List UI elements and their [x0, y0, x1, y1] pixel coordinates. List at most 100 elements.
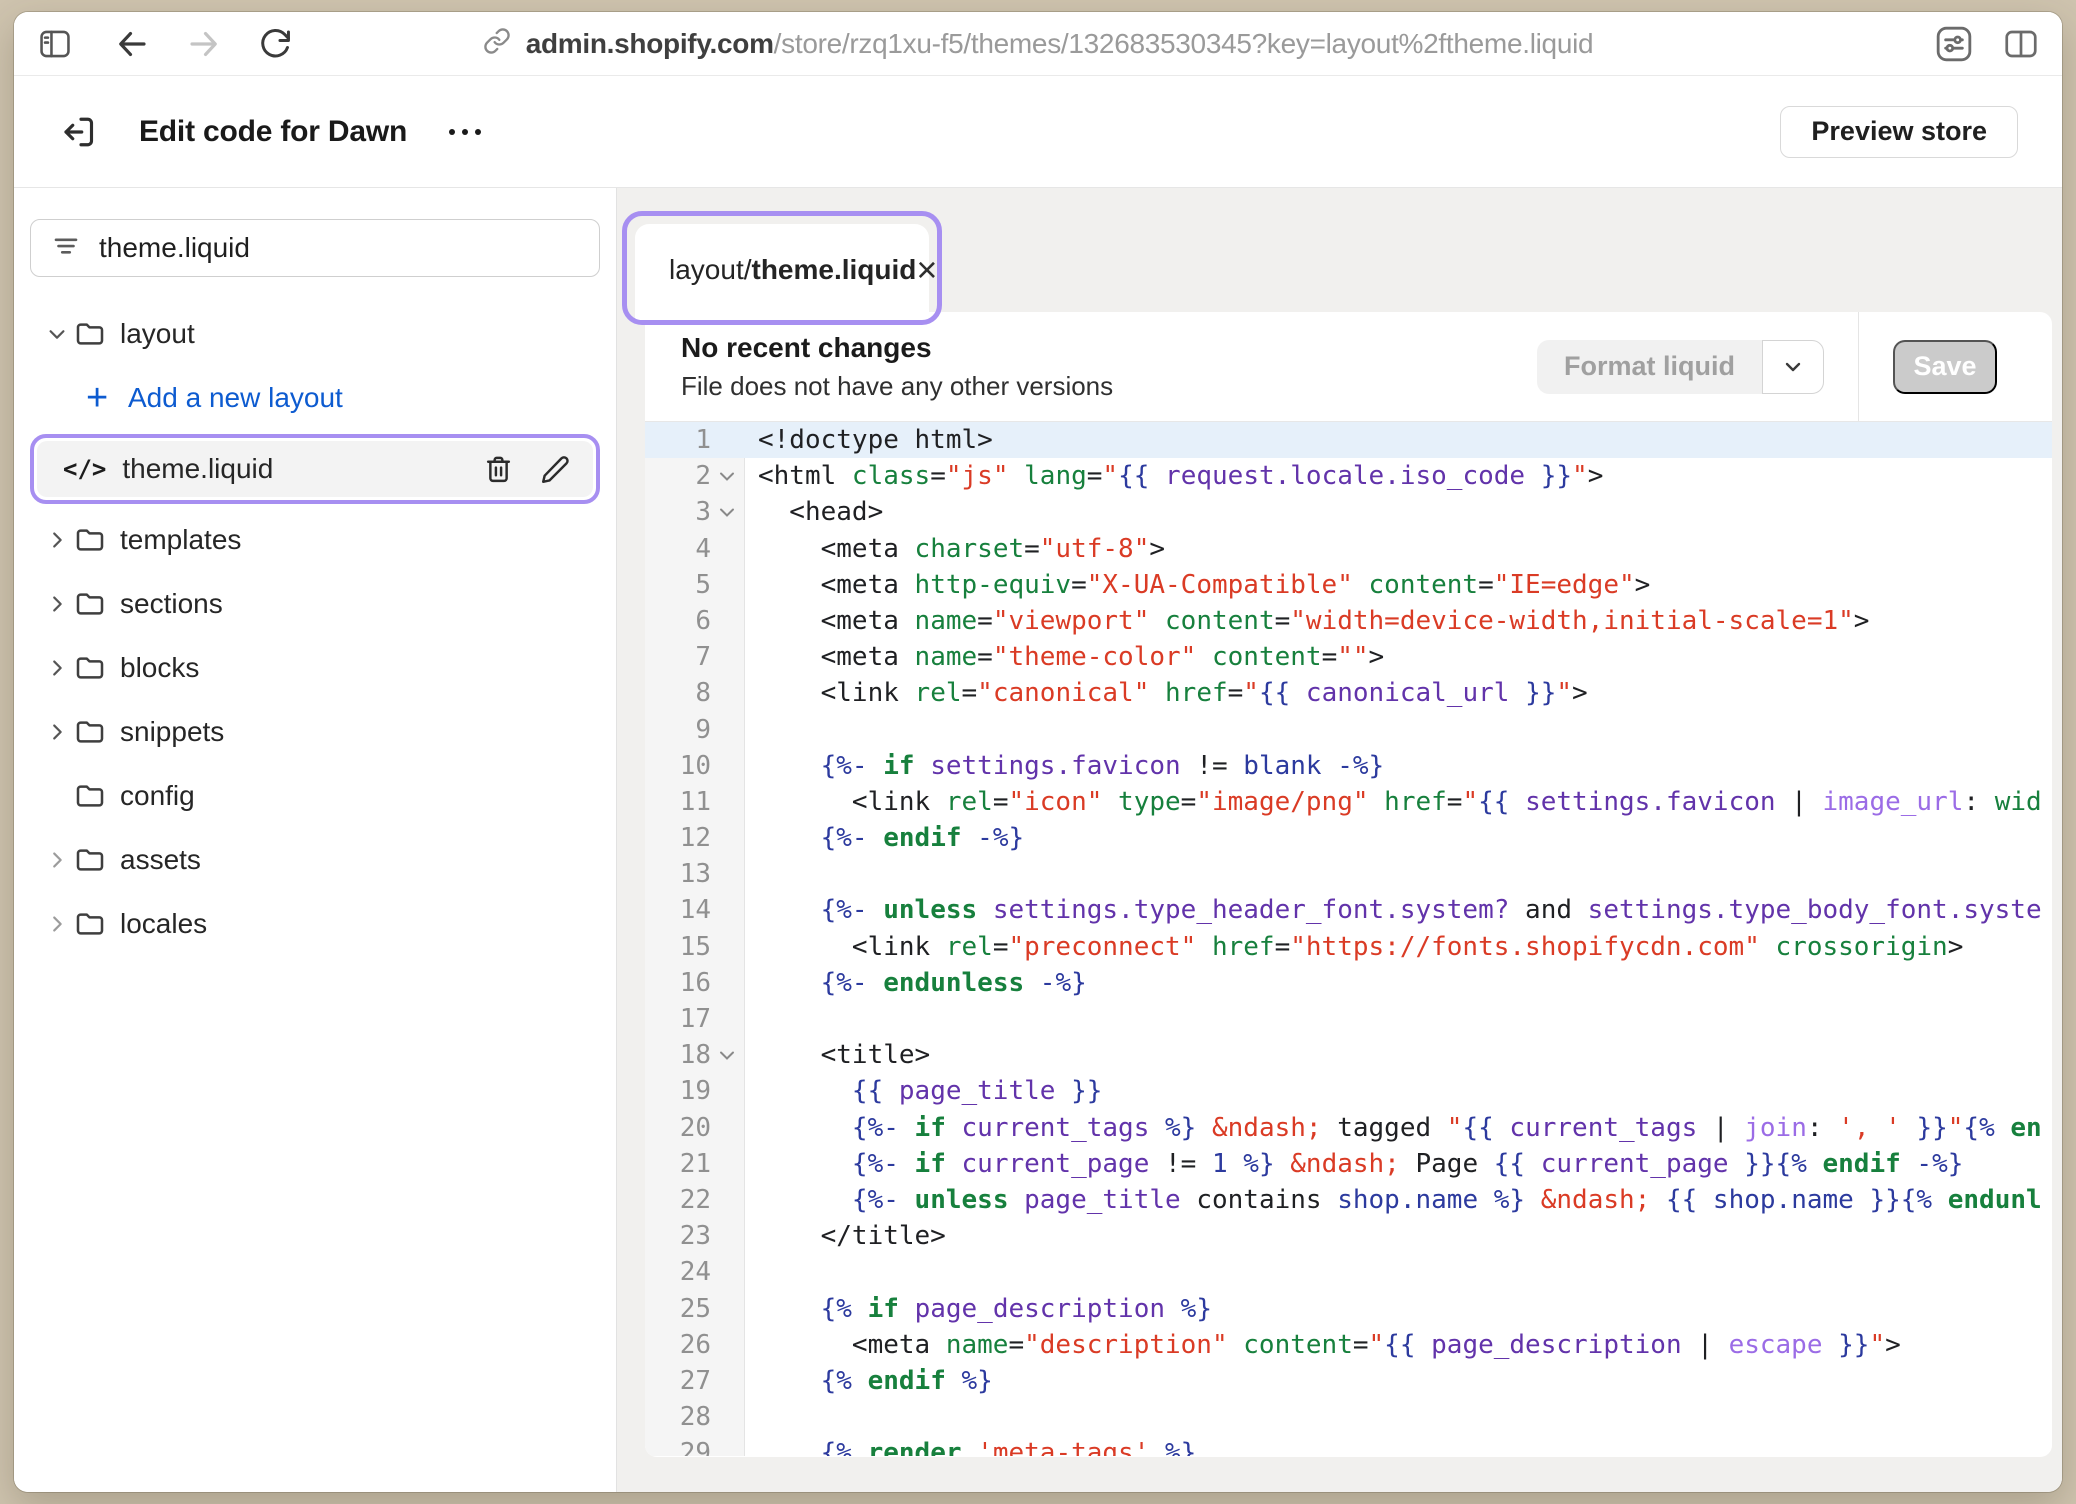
- code-line-10[interactable]: 10 {%- if settings.favicon != blank -%}: [645, 748, 2052, 784]
- browser-settings-icon[interactable]: [1934, 24, 1974, 64]
- code-line-19[interactable]: 19 {{ page_title }}: [645, 1073, 2052, 1109]
- line-number: 12: [645, 820, 711, 856]
- code-line-27[interactable]: 27 {% endif %}: [645, 1363, 2052, 1399]
- code-line-22[interactable]: 22 {%- unless page_title contains shop.n…: [645, 1182, 2052, 1218]
- code-text: {%- endif -%}: [745, 820, 1024, 856]
- fold-spacer: [711, 712, 743, 748]
- browser-window: admin.shopify.com/store/rzq1xu-f5/themes…: [14, 12, 2062, 1492]
- code-editor[interactable]: 1 <!doctype html>2<html class="js" lang="…: [645, 422, 2052, 1456]
- chevron-right-icon[interactable]: [40, 913, 74, 935]
- fold-chevron-icon[interactable]: [711, 494, 743, 530]
- folder-item-layout[interactable]: layout: [30, 302, 600, 366]
- code-line-11[interactable]: 11 <link rel="icon" type="image/png" hre…: [645, 784, 2052, 820]
- code-line-20[interactable]: 20 {%- if current_tags %} &ndash; tagged…: [645, 1110, 2052, 1146]
- preview-store-button[interactable]: Preview store: [1780, 106, 2018, 158]
- more-actions-icon[interactable]: [445, 125, 485, 139]
- code-line-4[interactable]: 4 <meta charset="utf-8">: [645, 531, 2052, 567]
- folder-item-locales[interactable]: locales: [30, 892, 600, 956]
- address-bar[interactable]: admin.shopify.com/store/rzq1xu-f5/themes…: [14, 12, 2062, 75]
- line-gutter: 21: [645, 1146, 745, 1182]
- folder-item-assets[interactable]: assets: [30, 828, 600, 892]
- version-status: No recent changes File does not have any…: [681, 332, 1113, 402]
- line-gutter: 9: [645, 712, 745, 748]
- code-text: <!doctype html>: [745, 422, 993, 458]
- folder-item-templates[interactable]: templates: [30, 508, 600, 572]
- code-line-25[interactable]: 25 {% if page_description %}: [645, 1291, 2052, 1327]
- exit-editor-icon[interactable]: [60, 114, 96, 150]
- line-number: 21: [645, 1146, 711, 1182]
- code-line-16[interactable]: 16 {%- endunless -%}: [645, 965, 2052, 1001]
- line-number: 26: [645, 1327, 711, 1363]
- chevron-down-icon[interactable]: [40, 323, 74, 345]
- code-line-17[interactable]: 17: [645, 1001, 2052, 1037]
- line-gutter: 11: [645, 784, 745, 820]
- line-gutter: 18: [645, 1037, 745, 1073]
- save-button[interactable]: Save: [1893, 340, 1997, 394]
- folder-icon: [74, 908, 118, 940]
- code-line-13[interactable]: 13: [645, 856, 2052, 892]
- fold-spacer: [711, 639, 743, 675]
- code-line-29[interactable]: 29 {% render 'meta-tags' %}: [645, 1435, 2052, 1456]
- code-line-1[interactable]: 1 <!doctype html>: [645, 422, 2052, 458]
- chevron-right-icon[interactable]: [40, 529, 74, 551]
- fold-spacer: [711, 1073, 743, 1109]
- file-item-theme-liquid[interactable]: </>theme.liquid: [37, 441, 593, 497]
- code-line-18[interactable]: 18 <title>: [645, 1037, 2052, 1073]
- code-line-12[interactable]: 12 {%- endif -%}: [645, 820, 2052, 856]
- folder-item-blocks[interactable]: blocks: [30, 636, 600, 700]
- search-input[interactable]: [99, 232, 591, 264]
- chevron-right-icon[interactable]: [40, 657, 74, 679]
- folder-item-config[interactable]: config: [30, 764, 600, 828]
- folder-item-snippets[interactable]: snippets: [30, 700, 600, 764]
- rename-file-icon[interactable]: [540, 454, 571, 485]
- browser-toolbar: admin.shopify.com/store/rzq1xu-f5/themes…: [14, 12, 2062, 76]
- code-text: <link rel="icon" type="image/png" href="…: [745, 784, 2042, 820]
- fold-spacer: [711, 820, 743, 856]
- code-line-6[interactable]: 6 <meta name="viewport" content="width=d…: [645, 603, 2052, 639]
- chevron-right-icon[interactable]: [40, 849, 74, 871]
- delete-file-icon[interactable]: [483, 454, 514, 485]
- line-number: 10: [645, 748, 711, 784]
- file-sidebar: layout+Add a new layout </>theme.liquid te…: [14, 188, 617, 1492]
- folder-icon: [74, 524, 118, 556]
- line-number: 8: [645, 675, 711, 711]
- chevron-right-icon[interactable]: [40, 593, 74, 615]
- code-line-28[interactable]: 28: [645, 1399, 2052, 1435]
- code-line-8[interactable]: 8 <link rel="canonical" href="{{ canonic…: [645, 675, 2052, 711]
- code-text: <title>: [745, 1037, 930, 1073]
- line-number: 20: [645, 1110, 711, 1146]
- code-line-2[interactable]: 2<html class="js" lang="{{ request.local…: [645, 458, 2052, 494]
- line-number: 7: [645, 639, 711, 675]
- folder-label: snippets: [120, 716, 224, 748]
- line-number: 18: [645, 1037, 711, 1073]
- line-number: 27: [645, 1363, 711, 1399]
- format-liquid-button[interactable]: Format liquid: [1537, 340, 1762, 394]
- code-line-15[interactable]: 15 <link rel="preconnect" href="https://…: [645, 929, 2052, 965]
- code-text: {% endif %}: [745, 1363, 993, 1399]
- code-line-7[interactable]: 7 <meta name="theme-color" content="">: [645, 639, 2052, 675]
- tab-theme-liquid[interactable]: layout/theme.liquid ×: [635, 224, 929, 324]
- add-layout-button[interactable]: +Add a new layout: [30, 366, 600, 430]
- code-text: <meta charset="utf-8">: [745, 531, 1165, 567]
- editor-card: No recent changes File does not have any…: [645, 312, 2052, 1457]
- line-gutter: 8: [645, 675, 745, 711]
- fold-chevron-icon[interactable]: [711, 458, 743, 494]
- code-line-24[interactable]: 24: [645, 1254, 2052, 1290]
- split-view-icon[interactable]: [2002, 26, 2040, 62]
- code-line-5[interactable]: 5 <meta http-equiv="X-UA-Compatible" con…: [645, 567, 2052, 603]
- code-text: <link rel="preconnect" href="https://fon…: [745, 929, 1963, 965]
- folder-item-sections[interactable]: sections: [30, 572, 600, 636]
- code-line-23[interactable]: 23 </title>: [645, 1218, 2052, 1254]
- fold-chevron-icon[interactable]: [711, 1037, 743, 1073]
- code-text: {% render 'meta-tags' %}: [745, 1435, 1196, 1456]
- file-search-box[interactable]: [30, 219, 600, 277]
- format-options-button[interactable]: [1762, 340, 1824, 394]
- code-line-3[interactable]: 3 <head>: [645, 494, 2052, 530]
- line-number: 1: [645, 422, 711, 458]
- code-line-9[interactable]: 9: [645, 712, 2052, 748]
- fold-spacer: [711, 1218, 743, 1254]
- code-line-14[interactable]: 14 {%- unless settings.type_header_font.…: [645, 892, 2052, 928]
- code-line-21[interactable]: 21 {%- if current_page != 1 %} &ndash; P…: [645, 1146, 2052, 1182]
- chevron-right-icon[interactable]: [40, 721, 74, 743]
- code-line-26[interactable]: 26 <meta name="description" content="{{ …: [645, 1327, 2052, 1363]
